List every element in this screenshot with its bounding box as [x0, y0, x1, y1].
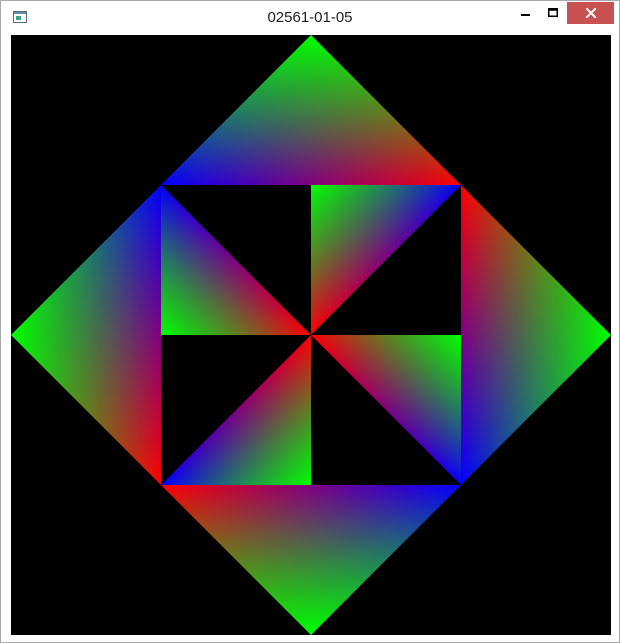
title-bar[interactable]: 02561-01-05: [1, 1, 619, 35]
close-button[interactable]: [567, 2, 614, 24]
opengl-canvas[interactable]: [11, 35, 611, 635]
maximize-button[interactable]: [540, 2, 566, 24]
gradient-triangle-figure: [11, 35, 611, 635]
maximize-icon: [548, 8, 558, 17]
minimize-icon: [521, 14, 530, 16]
app-window: 02561-01-05: [0, 0, 620, 643]
close-icon: [585, 7, 596, 19]
minimize-button[interactable]: [513, 2, 539, 24]
